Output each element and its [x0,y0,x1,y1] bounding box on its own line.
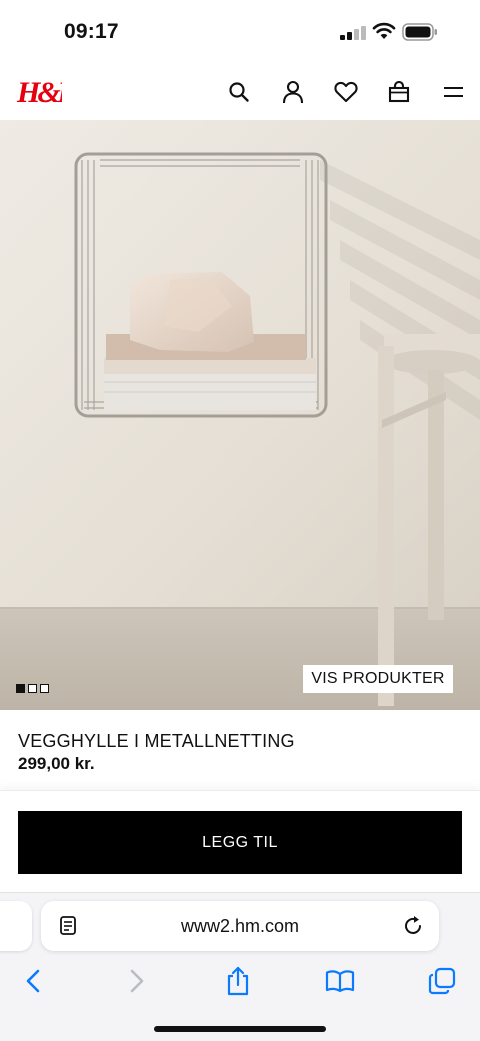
carousel-indicators [16,684,49,693]
hero-carousel[interactable]: VIS PRODUKTER [0,120,480,710]
product-name[interactable]: VEGGHYLLE I METALLNETTING [18,731,295,752]
address-bar[interactable]: www2.hm.com [41,901,439,951]
browser-toolbar: www2.hm.com [0,892,480,1041]
hm-logo[interactable]: H&M [16,74,62,108]
menu-icon[interactable] [439,78,467,106]
status-bar: 09:17 [0,0,480,64]
battery-icon [402,23,437,41]
product-photo [0,120,480,710]
account-icon[interactable] [279,78,307,106]
wifi-icon [372,22,396,39]
site-header: H&M [0,64,480,120]
back-icon[interactable] [17,965,49,997]
carousel-dot[interactable] [40,684,49,693]
add-to-bag-area: LEGG TIL [0,790,480,892]
reload-icon[interactable] [401,914,425,938]
product-info: VEGGHYLLE I METALLNETTING 299,00 kr. [0,710,480,790]
url-text[interactable]: www2.hm.com [41,916,439,937]
add-to-bag-button[interactable]: LEGG TIL [18,811,462,874]
carousel-dot[interactable] [16,684,25,693]
carousel-dot[interactable] [28,684,37,693]
product-price: 299,00 kr. [18,754,95,773]
show-products-button[interactable]: VIS PRODUKTER [303,665,453,693]
home-indicator [154,1026,326,1032]
search-icon[interactable] [225,78,253,106]
favorites-icon[interactable] [332,78,360,106]
forward-icon[interactable] [121,965,153,997]
share-icon[interactable] [222,965,254,997]
shopping-bag-icon[interactable] [385,78,413,106]
bookmarks-icon[interactable] [324,965,356,997]
cellular-signal-icon [340,26,366,40]
status-time: 09:17 [64,20,119,43]
svg-text:H&M: H&M [16,76,62,108]
tabs-icon[interactable] [426,965,458,997]
previous-tab-preview[interactable] [0,901,32,951]
